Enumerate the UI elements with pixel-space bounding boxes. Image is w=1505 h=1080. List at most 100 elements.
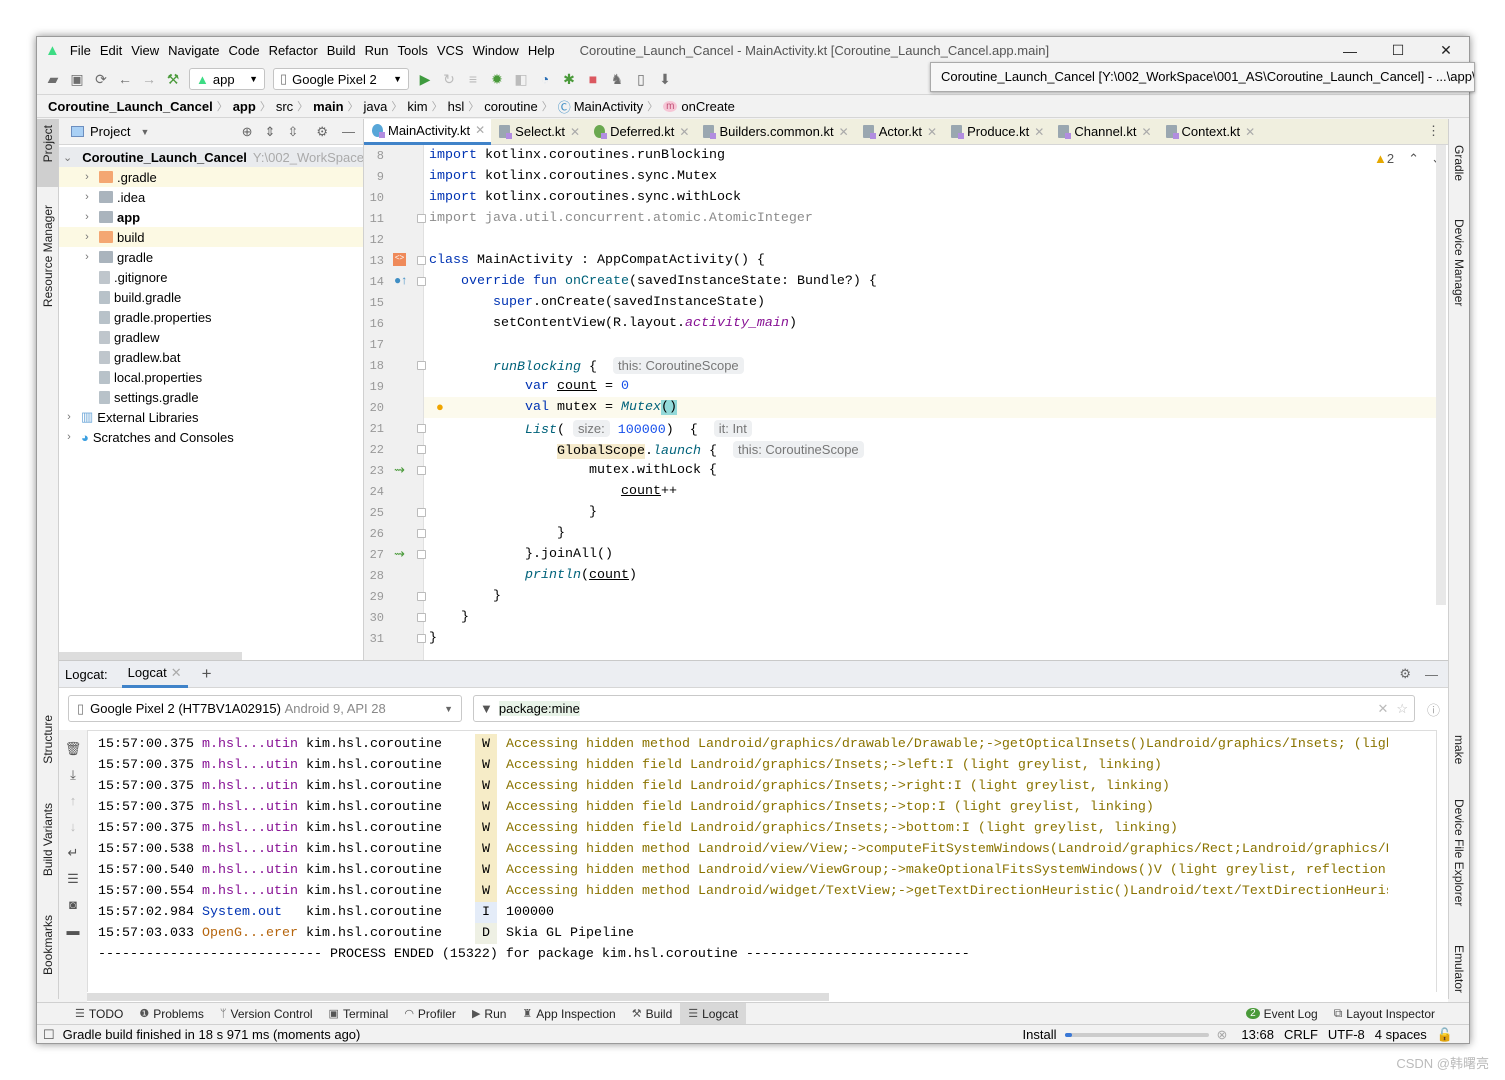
trash-icon[interactable]: 🗑 <box>59 736 87 762</box>
chevron-right-icon[interactable]: › <box>81 251 93 263</box>
locate-icon[interactable]: ⊕ <box>242 124 253 140</box>
run-config-dropdown[interactable]: ▲ app ▼ <box>189 68 265 90</box>
suspend-call-icon[interactable]: ⇝ <box>394 546 405 562</box>
chevron-right-icon[interactable]: › <box>81 231 93 243</box>
open-folder-icon[interactable]: ▰ <box>41 68 65 90</box>
close-tab-icon[interactable]: ✕ <box>839 125 849 139</box>
logcat-device-dropdown[interactable]: ▯ Google Pixel 2 (HT7BV1A02915) Android … <box>68 695 462 722</box>
expand-all-icon[interactable]: ⇕ <box>265 124 276 140</box>
menu-help[interactable]: Help <box>528 43 555 58</box>
gradle-tool-button[interactable]: Gradle <box>1452 145 1466 181</box>
tab-builders-common-kt[interactable]: Builders.common.kt ✕ <box>695 119 854 145</box>
close-window-button[interactable]: ✕ <box>1423 37 1469 64</box>
tree-item-root[interactable]: ⌄ Coroutine_Launch_Cancel Y:\002_WorkSpace <box>59 147 363 167</box>
run-icon[interactable]: ▶ <box>413 68 437 90</box>
soft-wrap-icon[interactable]: ↵ <box>59 840 87 866</box>
tool-window-run[interactable]: ▶ Run <box>464 1003 514 1025</box>
chevron-right-icon[interactable]: › <box>63 431 75 443</box>
favorite-filter-icon[interactable]: ☆ <box>1396 701 1408 717</box>
menu-refactor[interactable]: Refactor <box>269 43 318 58</box>
device-manager-tool-button[interactable]: Device Manager <box>1452 219 1466 306</box>
hide-panel-icon[interactable]: — <box>1425 667 1438 682</box>
gear-icon[interactable]: ⚙ <box>316 124 328 140</box>
tool-window-terminal[interactable]: ▣ Terminal <box>321 1003 397 1025</box>
lightbulb-icon[interactable]: ● <box>436 399 444 414</box>
tool-window-logcat[interactable]: ☰ Logcat <box>680 1002 747 1025</box>
attach-debugger-icon[interactable]: ✱ <box>557 68 581 90</box>
device-file-explorer-tool-button[interactable]: Device File Explorer <box>1452 799 1466 906</box>
breadcrumb-item[interactable]: kim <box>407 99 427 114</box>
tree-item[interactable]: › ◕ Scratches and Consoles <box>59 427 363 447</box>
close-tab-icon[interactable]: ✕ <box>1141 125 1151 139</box>
build-hammer-icon[interactable]: ⚒ <box>161 68 185 90</box>
tab-mainactivity-kt[interactable]: MainActivity.kt ✕ <box>364 118 492 145</box>
screenshot-icon[interactable]: ◙ <box>59 892 87 918</box>
breadcrumb-item[interactable]: MainActivity <box>574 99 643 114</box>
breadcrumb-item[interactable]: java <box>364 99 388 114</box>
close-tab-icon[interactable]: ✕ <box>171 665 182 681</box>
sdk-manager-icon[interactable]: ⬇ <box>653 68 677 90</box>
indent-setting[interactable]: 4 spaces <box>1375 1027 1427 1042</box>
suspend-call-icon[interactable]: ⇝ <box>394 462 405 478</box>
caret-position[interactable]: 13:68 <box>1241 1027 1274 1042</box>
tree-item[interactable]: local.properties <box>59 367 363 387</box>
tab-context-kt[interactable]: Context.kt ✕ <box>1158 119 1262 145</box>
resource-manager-tool-button[interactable]: Resource Manager <box>41 205 55 307</box>
editor-vscrollbar[interactable] <box>1436 145 1446 605</box>
tree-item[interactable]: › .idea <box>59 187 363 207</box>
lock-icon[interactable]: 🔓 <box>1437 1027 1453 1043</box>
breadcrumb-item[interactable]: main <box>313 99 343 114</box>
tool-window-problems[interactable]: ❶ Problems <box>131 1003 212 1025</box>
structure-tool-button[interactable]: Structure <box>41 715 55 764</box>
sync-icon[interactable]: ⟳ <box>89 68 113 90</box>
project-tool-button[interactable]: Project <box>41 125 55 162</box>
chevron-right-icon[interactable]: › <box>81 191 93 203</box>
tab-deferred-kt[interactable]: Deferred.kt ✕ <box>586 119 695 145</box>
profile-icon[interactable]: ◔ <box>533 68 557 90</box>
tree-item[interactable]: › .gradle <box>59 167 363 187</box>
back-icon[interactable]: ← <box>113 68 137 90</box>
override-icon[interactable]: ●↑ <box>394 273 407 287</box>
down-icon[interactable]: ↓ <box>59 814 87 840</box>
tool-window-event-log[interactable]: 2 Event Log <box>1238 1003 1326 1025</box>
more-tabs-icon[interactable]: ⋮ <box>1427 123 1440 139</box>
menu-window[interactable]: Window <box>473 43 519 58</box>
chevron-right-icon[interactable]: › <box>81 171 93 183</box>
format-icon[interactable]: ☰ <box>59 866 87 892</box>
breadcrumb-item[interactable]: src <box>276 99 293 114</box>
hide-panel-icon[interactable]: — <box>342 124 355 139</box>
project-view-dropdown[interactable]: Project <box>90 124 130 139</box>
tab-select-kt[interactable]: Select.kt ✕ <box>491 119 586 145</box>
logcat-filter-input[interactable]: ▼ package:mine ✕ ☆ <box>473 695 1415 722</box>
tool-window-profiler[interactable]: ◠ Profiler <box>396 1003 464 1025</box>
collapse-all-icon[interactable]: ⇳ <box>287 124 298 140</box>
tree-item[interactable]: › ▥ External Libraries <box>59 407 363 427</box>
tree-item[interactable]: gradlew.bat <box>59 347 363 367</box>
build-variants-tool-button[interactable]: Build Variants <box>41 803 55 876</box>
chevron-down-icon[interactable]: ⌄ <box>63 151 72 164</box>
help-icon[interactable]: ⓘ <box>1427 700 1440 719</box>
emulator-tool-button[interactable]: Emulator <box>1452 945 1466 993</box>
close-tab-icon[interactable]: ✕ <box>679 125 689 139</box>
project-hscrollbar[interactable] <box>59 652 242 660</box>
gear-icon[interactable]: ⚙ <box>1399 666 1411 682</box>
menu-code[interactable]: Code <box>228 43 259 58</box>
tab-channel-kt[interactable]: Channel.kt ✕ <box>1050 119 1157 145</box>
clear-filter-icon[interactable]: ✕ <box>1377 701 1388 717</box>
tree-item[interactable]: gradlew <box>59 327 363 347</box>
breadcrumb-item[interactable]: app <box>233 99 256 114</box>
cancel-task-icon[interactable]: ⊗ <box>1217 1027 1228 1043</box>
tree-item[interactable]: .gitignore <box>59 267 363 287</box>
menu-view[interactable]: View <box>131 43 159 58</box>
chevron-right-icon[interactable]: › <box>63 411 75 423</box>
gradle-sync-icon[interactable]: ♞ <box>605 68 629 90</box>
up-icon[interactable]: ↑ <box>59 788 87 814</box>
bookmarks-tool-button[interactable]: Bookmarks <box>41 915 55 975</box>
menu-file[interactable]: File <box>70 43 91 58</box>
tree-item[interactable]: › build <box>59 227 363 247</box>
tool-window-build[interactable]: ⚒ Build <box>624 1003 681 1025</box>
device-dropdown[interactable]: ▯ Google Pixel 2 ▼ <box>273 68 409 90</box>
close-tab-icon[interactable]: ✕ <box>1034 125 1044 139</box>
logcat-hscrollbar[interactable] <box>87 993 829 1001</box>
tab-produce-kt[interactable]: Produce.kt ✕ <box>943 119 1050 145</box>
